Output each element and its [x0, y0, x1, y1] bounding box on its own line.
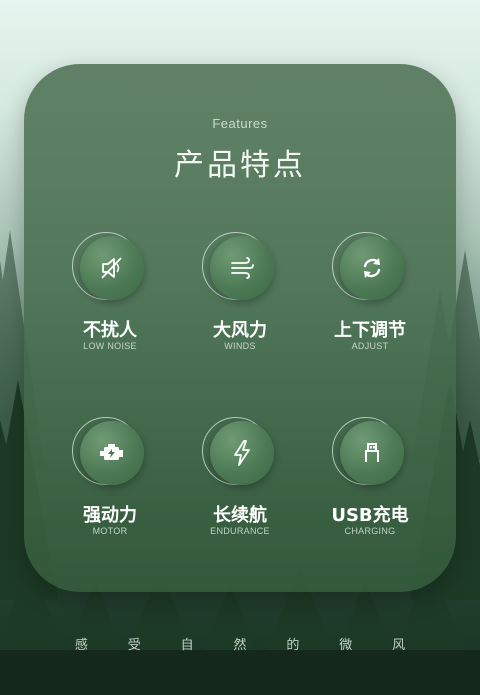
mute-icon: [80, 236, 144, 300]
feature-winds: 大风力 WINDS: [170, 230, 310, 360]
feature-low-noise: 不扰人 LOW NOISE: [40, 230, 180, 360]
feature-motor: 强动力 MOTOR: [40, 415, 180, 545]
feature-charging: USB充电 CHARGING: [300, 415, 440, 545]
slogan-char: 风: [392, 638, 406, 653]
slogan-char: 然: [233, 638, 247, 653]
feature-sublabel: CHARGING: [344, 526, 396, 536]
feature-endurance: 长续航 ENDURANCE: [170, 415, 310, 545]
slogan-char: 受: [127, 638, 141, 653]
usb-icon: [340, 421, 404, 485]
feature-label: 大风力: [213, 320, 267, 341]
rotate-icon: [340, 236, 404, 300]
slogan-char: 的: [286, 638, 300, 653]
wind-icon: [210, 236, 274, 300]
feature-label: 不扰人: [83, 320, 137, 341]
slogan: 感 受 自 然 的 微 风: [55, 634, 425, 653]
feature-label: 强动力: [83, 505, 137, 526]
slogan-char: 感: [74, 638, 88, 653]
features-title: 产品特点: [174, 148, 306, 183]
features-subtitle: Features: [212, 116, 268, 131]
feature-label: 长续航: [213, 505, 267, 526]
slogan-char: 自: [180, 638, 194, 653]
lightning-icon: [210, 421, 274, 485]
feature-sublabel: LOW NOISE: [83, 341, 137, 351]
feature-adjust: 上下调节 ADJUST: [300, 230, 440, 360]
feature-sublabel: WINDS: [224, 341, 256, 351]
feature-sublabel: ENDURANCE: [210, 526, 270, 536]
feature-label: 上下调节: [334, 320, 406, 341]
feature-sublabel: MOTOR: [92, 526, 128, 536]
slogan-char: 微: [339, 638, 353, 653]
motor-icon: [80, 421, 144, 485]
feature-label: USB充电: [331, 505, 409, 526]
feature-sublabel: ADJUST: [351, 341, 389, 351]
